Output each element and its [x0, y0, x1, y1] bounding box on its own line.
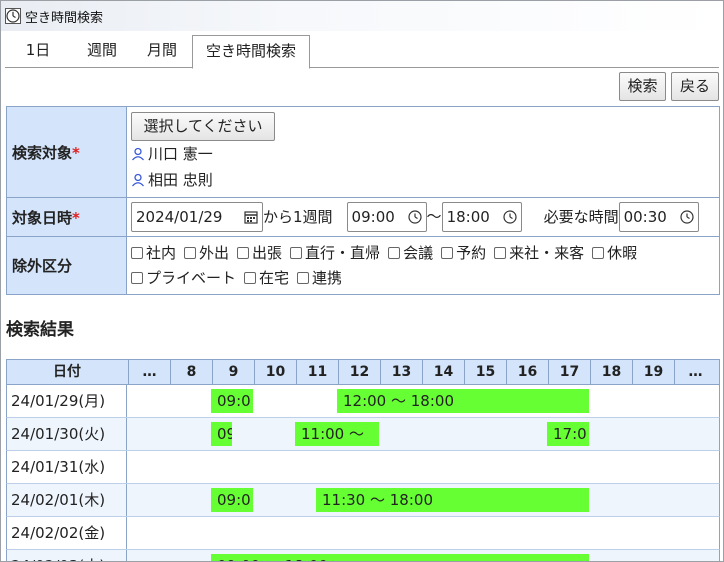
exclude-checkbox[interactable]: 出張 [237, 241, 282, 265]
exclude-checkbox[interactable]: 在宅 [244, 266, 289, 290]
header-hour: 9 [212, 360, 254, 384]
table-row: 24/02/02(金) [6, 517, 720, 550]
free-slot[interactable]: 09 [211, 422, 232, 446]
select-target-button[interactable]: 選択してください [131, 111, 275, 141]
free-slot[interactable]: 09:0 [211, 389, 253, 413]
free-slot[interactable]: 11:00 〜 [295, 422, 379, 446]
free-slot[interactable]: 12:00 〜 18:00 [337, 389, 589, 413]
results-grid: 日付 … 8 9 10 11 12 13 14 15 16 17 18 19… 24/01/29(月) 0… [6, 359, 720, 561]
row-date: 24/02/03(土) [7, 550, 127, 561]
exclude-checkbox[interactable]: 直行・直帰 [290, 241, 380, 265]
tilde: 〜 [426, 207, 442, 226]
time-to-input[interactable]: 18:00 [441, 202, 522, 232]
row-date: 24/01/31(水) [7, 451, 127, 483]
date-label-cell: 対象日時* [6, 197, 127, 237]
required-mark: * [72, 208, 80, 227]
search-button[interactable]: 検索 [619, 72, 666, 101]
free-slot[interactable]: 09:0 [211, 488, 253, 512]
table-row: 24/01/30(火) 09 11:00 〜 17:0 [6, 418, 720, 451]
duration-input[interactable]: 00:30 [618, 202, 699, 232]
header-hour: … [674, 360, 716, 384]
calendar-icon[interactable] [244, 210, 258, 224]
exclude-checkbox[interactable]: 予約 [441, 241, 486, 265]
tab-free-time-search[interactable]: 空き時間検索 [192, 35, 310, 69]
exclude-checkbox[interactable]: 来社・来客 [494, 241, 584, 265]
start-date-input[interactable]: 2024/01/29 [131, 202, 263, 232]
table-row: 24/02/03(土) 09:00 〜 18:00 [6, 550, 720, 561]
user-icon [132, 147, 144, 160]
exclude-checkbox[interactable]: 外出 [184, 241, 229, 265]
header-hour: 15 [464, 360, 506, 384]
header-hour: 12 [338, 360, 380, 384]
header-hour: 11 [296, 360, 338, 384]
duration-label: 必要な時間 [543, 207, 619, 226]
title-bar: 空き時間検索 [1, 1, 723, 31]
free-slot[interactable]: 11:30 〜 18:00 [316, 488, 589, 512]
range-text: から1週間 [263, 207, 333, 226]
results-title: 検索結果 [6, 320, 74, 340]
exclude-checkbox[interactable]: 社内 [131, 241, 176, 265]
exclude-checkbox[interactable]: 会議 [388, 241, 433, 265]
results-header: 日付 … 8 9 10 11 12 13 14 15 16 17 18 19… [6, 359, 720, 385]
free-slot[interactable]: 17:0 [547, 422, 589, 446]
clock-icon[interactable] [407, 210, 422, 224]
tab-month[interactable]: 月間 [133, 35, 191, 68]
header-hour: 19 [632, 360, 674, 384]
time-from-input[interactable]: 09:00 [346, 202, 427, 232]
window-title: 空き時間検索 [25, 10, 104, 26]
exclude-checkbox[interactable]: 休暇 [592, 241, 637, 265]
clock-icon [5, 8, 21, 24]
table-row: 24/01/29(月) 09:0 12:00 〜 18:00 [6, 385, 720, 418]
tab-week[interactable]: 週間 [73, 35, 131, 68]
header-hour: 18 [590, 360, 632, 384]
back-button[interactable]: 戻る [671, 72, 719, 101]
header-date: 日付 [53, 364, 81, 380]
exclude-checkbox[interactable]: プライベート [131, 266, 236, 290]
header-hour: … [128, 360, 170, 384]
selected-person: 川口 憲一 [131, 141, 715, 167]
tab-bar: 1日 週間 月間 空き時間検索 [5, 35, 719, 69]
selected-person: 相田 忠則 [131, 167, 715, 193]
row-date: 24/01/30(火) [7, 418, 127, 450]
free-slot[interactable]: 09:00 〜 18:00 [211, 554, 589, 561]
search-form: 検索対象* 選択してください 川口 憲一 相田 忠則 対象日時* 2024/01… [6, 106, 720, 295]
header-hour: 10 [254, 360, 296, 384]
user-icon [132, 173, 144, 186]
tab-day[interactable]: 1日 [13, 35, 63, 68]
table-row: 24/02/01(木) 09:0 11:30 〜 18:00 [6, 484, 720, 517]
exclude-options: 社内 外出 出張 直行・直帰 会議 予約 来社・来客 休暇プライベート 在宅 連携 [126, 236, 720, 295]
target-label-cell: 検索対象* [6, 106, 127, 198]
header-hour: 13 [380, 360, 422, 384]
row-date: 24/02/01(木) [7, 484, 127, 516]
required-mark: * [72, 143, 80, 162]
header-hour: 17 [548, 360, 590, 384]
header-hour: 8 [170, 360, 212, 384]
exclude-checkbox[interactable]: 連携 [297, 266, 342, 290]
clock-icon[interactable] [502, 210, 517, 224]
header-hour: 16 [506, 360, 548, 384]
table-row: 24/01/31(水) [6, 451, 720, 484]
header-hour: 14 [422, 360, 464, 384]
exclude-label-cell: 除外区分 [6, 236, 127, 295]
row-date: 24/02/02(金) [7, 517, 127, 549]
clock-icon[interactable] [679, 210, 694, 224]
row-date: 24/01/29(月) [7, 385, 127, 417]
app-window: 空き時間検索 1日 週間 月間 空き時間検索 検索 戻る 検索対象* 選択してく… [0, 0, 724, 562]
